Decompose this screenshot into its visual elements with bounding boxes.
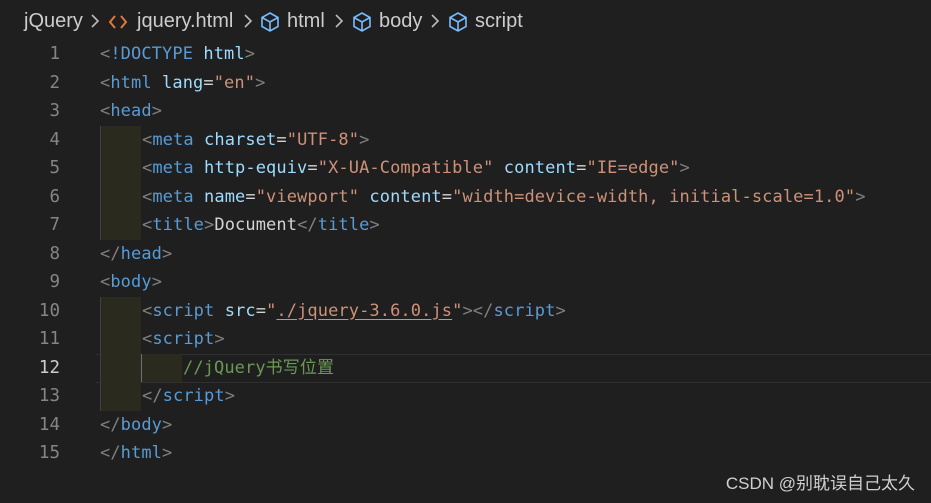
- line-number: 11: [38, 329, 60, 349]
- indent-guide: [100, 154, 141, 183]
- code-text: <meta name="viewport" content="width=dev…: [142, 186, 866, 207]
- code-line[interactable]: 15 </html>: [0, 439, 931, 468]
- chevron-right-icon: [91, 14, 100, 28]
- line-number: 4: [49, 129, 60, 150]
- line-number: 13: [38, 386, 60, 406]
- breadcrumb-html[interactable]: html: [287, 10, 325, 33]
- code-line[interactable]: 13 </script>: [0, 382, 931, 411]
- line-number: 15: [38, 443, 60, 463]
- indent-guide: [100, 382, 141, 411]
- code-line[interactable]: 5 <meta http-equiv="X-UA-Compatible" cont…: [0, 154, 931, 183]
- indent-guide: [100, 296, 141, 325]
- code-text: </script>: [142, 386, 236, 406]
- chevron-right-icon: [431, 14, 440, 28]
- line-number: 10: [38, 300, 60, 321]
- code-text: <title>Document</title>: [142, 215, 380, 235]
- code-line[interactable]: 2 <html lang="en">: [0, 69, 931, 98]
- code-text: <script src="./jquery-3.6.0.js"></script…: [142, 300, 566, 321]
- code-text: <html lang="en">: [100, 72, 266, 93]
- cube-icon: [353, 12, 371, 32]
- html-file-icon: [108, 15, 128, 29]
- line-number: 5: [49, 158, 60, 178]
- code-line[interactable]: 4 <meta charset="UTF-8">: [0, 125, 931, 154]
- line-number: 7: [49, 215, 60, 235]
- cube-icon: [449, 12, 467, 32]
- code-line[interactable]: 8 </head>: [0, 240, 931, 269]
- code-text: <!DOCTYPE html>: [100, 44, 256, 64]
- breadcrumb-body[interactable]: body: [379, 10, 422, 33]
- code-text: <script>: [142, 329, 225, 349]
- code-line[interactable]: 6 <meta name="viewport" content="width=de…: [0, 182, 931, 211]
- breadcrumb: jQuery jquery.html html body script: [0, 0, 931, 44]
- code-text: <meta http-equiv="X-UA-Compatible" conte…: [142, 158, 690, 178]
- code-line[interactable]: 14 </body>: [0, 411, 931, 440]
- line-number: 6: [49, 186, 60, 207]
- line-number: 1: [49, 44, 60, 64]
- code-line[interactable]: 3 <head>: [0, 97, 931, 126]
- line-number: 9: [49, 272, 60, 292]
- cube-icon: [261, 12, 279, 32]
- watermark: CSDN @别耽误自己太久: [725, 474, 915, 493]
- code-text: <body>: [100, 272, 163, 292]
- code-text: </html>: [100, 443, 173, 463]
- line-number: 2: [49, 72, 60, 93]
- indent-guide: [100, 182, 141, 211]
- indent-guide: [100, 125, 141, 154]
- line-number: 14: [38, 414, 60, 435]
- breadcrumb-folder-jquery[interactable]: jQuery: [24, 10, 83, 33]
- code-text: </head>: [100, 243, 173, 264]
- indent-guide: [141, 353, 182, 382]
- line-number: 12: [38, 357, 60, 378]
- code-line[interactable]: 12 //jQuery书写位置: [0, 353, 931, 383]
- indent-guide: [100, 211, 141, 240]
- breadcrumb-script[interactable]: script: [475, 10, 523, 33]
- breadcrumb-file[interactable]: jquery.html: [137, 10, 233, 33]
- code-line[interactable]: 11 <script>: [0, 325, 931, 354]
- chevron-right-icon: [335, 14, 344, 28]
- code-line[interactable]: 10 <script src="./jquery-3.6.0.js"></scri…: [0, 296, 931, 325]
- indent-guide: [100, 325, 141, 354]
- line-number: 3: [49, 101, 60, 121]
- chevron-right-icon: [244, 14, 253, 28]
- indent-guide: [100, 353, 141, 382]
- code-text: <head>: [100, 101, 163, 121]
- line-number: 8: [49, 243, 60, 264]
- code-text: //jQuery书写位置: [183, 357, 335, 378]
- code-line[interactable]: 7 <title>Document</title>: [0, 211, 931, 240]
- code-line[interactable]: 1 <!DOCTYPE html>: [0, 40, 931, 69]
- code-text: </body>: [100, 414, 173, 435]
- code-text: <meta charset="UTF-8">: [142, 129, 370, 150]
- code-line[interactable]: 9 <body>: [0, 268, 931, 297]
